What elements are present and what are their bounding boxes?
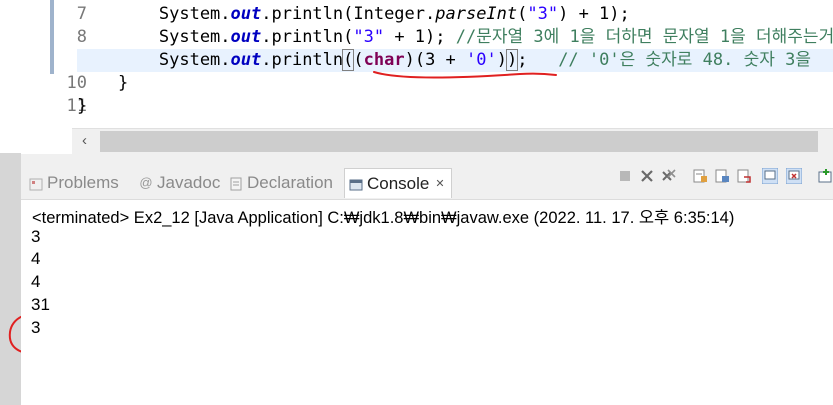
display-selected-console-icon[interactable]	[786, 168, 802, 184]
open-console-icon[interactable]	[817, 168, 833, 184]
clear-console-icon[interactable]	[692, 168, 708, 184]
pin-console-icon[interactable]	[762, 168, 778, 184]
declaration-icon	[229, 176, 243, 191]
tab-label: Problems	[47, 173, 119, 192]
close-icon[interactable]: ✕	[435, 177, 444, 190]
console-output-line: 4	[31, 272, 41, 291]
word-wrap-icon[interactable]	[736, 168, 752, 184]
tab-javadoc[interactable]: @ Javadoc	[139, 168, 220, 198]
annotation-underline	[373, 71, 557, 79]
terminate-icon[interactable]	[617, 168, 633, 184]
remove-launch-icon[interactable]	[639, 168, 655, 184]
tab-console[interactable]: Console ✕	[344, 168, 452, 198]
tab-label: Javadoc	[157, 173, 221, 192]
remove-all-terminated-icon[interactable]	[661, 168, 677, 184]
problems-icon	[29, 176, 43, 191]
console-output-line: 4	[31, 249, 41, 268]
console-output-line: 3	[31, 318, 41, 337]
console-output-area[interactable]: <terminated> Ex2_12 [Java Application] C…	[21, 201, 833, 405]
javadoc-icon: @	[139, 175, 153, 190]
tab-label: Declaration	[247, 173, 333, 192]
tab-declaration[interactable]: Declaration	[229, 168, 333, 198]
console-output-line: 3	[31, 227, 41, 246]
console-icon	[349, 177, 363, 191]
console-status-line: <terminated> Ex2_12 [Java Application] C…	[32, 209, 735, 227]
tab-label: Console	[367, 173, 430, 193]
console-output-line: 31	[31, 295, 50, 314]
view-tab-bar: Problems @ Javadoc Declaration Console ✕	[21, 160, 833, 200]
scroll-lock-icon[interactable]	[714, 168, 730, 184]
tab-problems[interactable]: Problems	[29, 168, 119, 198]
